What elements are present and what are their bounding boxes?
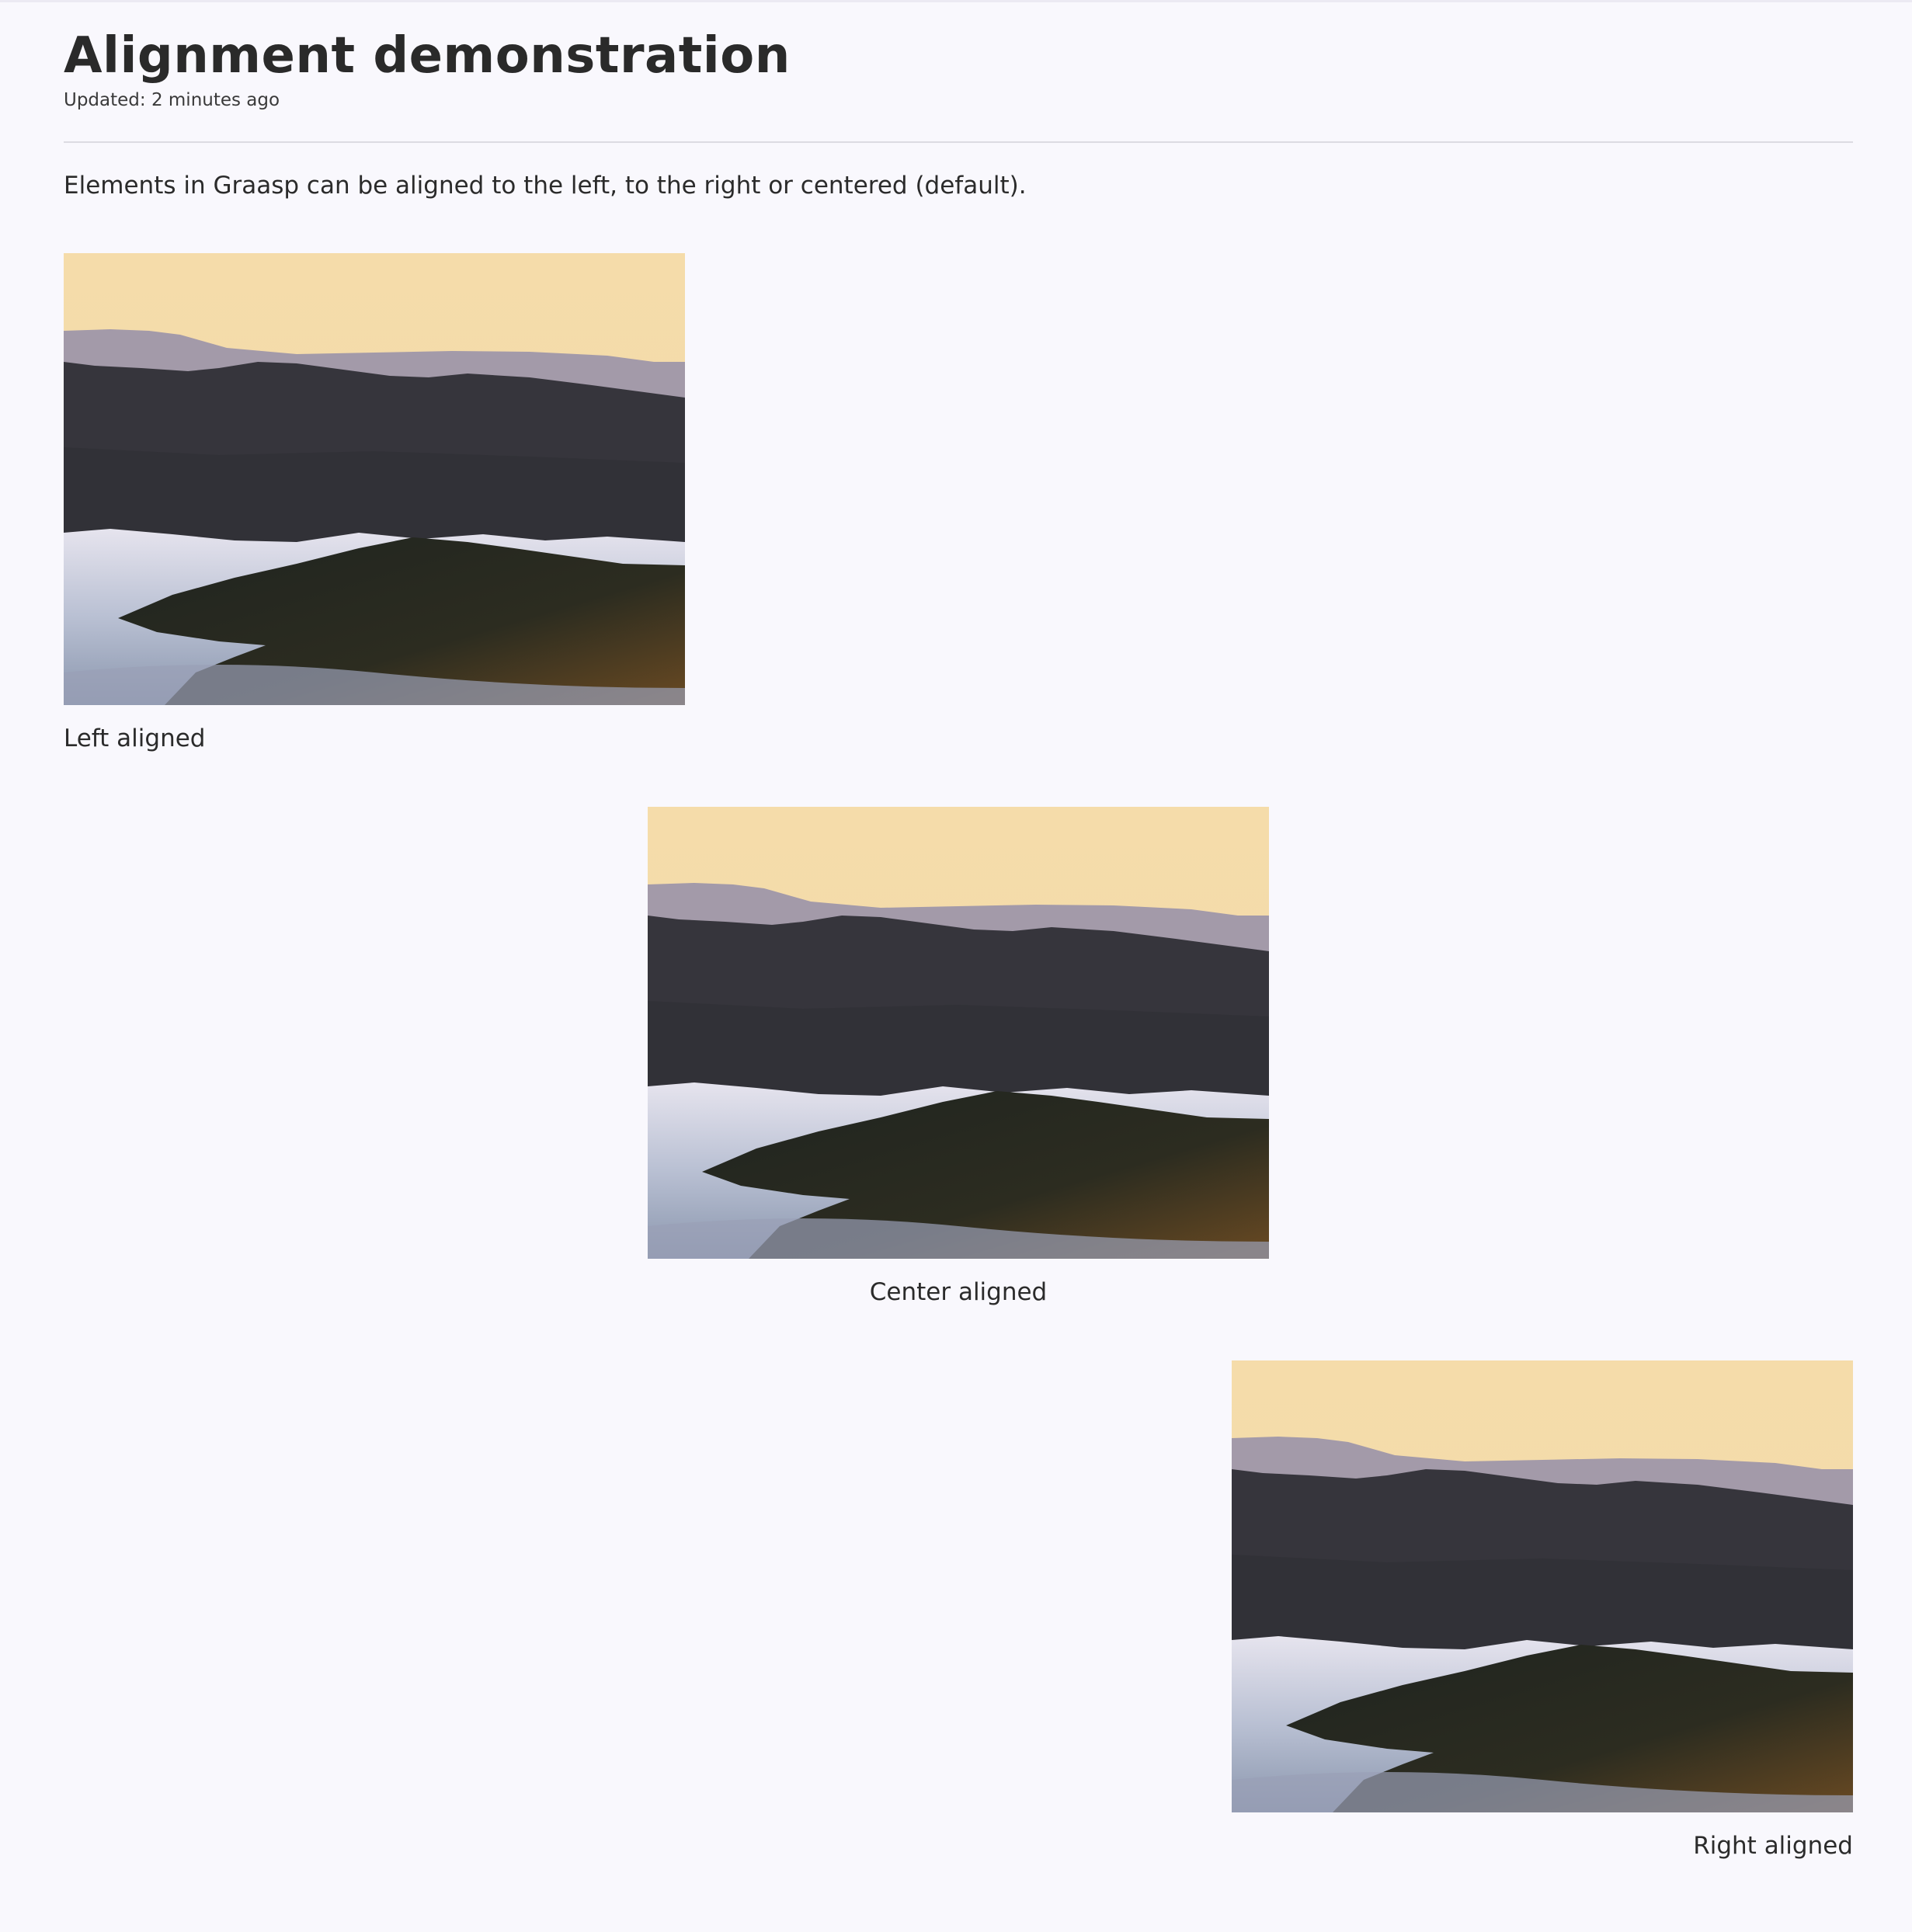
landscape-image-center[interactable] xyxy=(648,807,1269,1259)
landscape-image-left[interactable] xyxy=(64,253,685,705)
landscape-image-right[interactable] xyxy=(1232,1360,1853,1812)
page: Alignment demonstration Updated: 2 minut… xyxy=(0,0,1912,1932)
page-title: Alignment demonstration xyxy=(64,27,791,85)
divider xyxy=(64,141,1853,143)
landscape-photo xyxy=(1232,1360,1853,1812)
caption-right: Right aligned xyxy=(1693,1832,1853,1860)
top-edge xyxy=(0,0,1912,2)
caption-center: Center aligned xyxy=(869,1278,1048,1306)
landscape-photo xyxy=(648,807,1269,1259)
caption-left: Left aligned xyxy=(64,724,206,752)
landscape-photo xyxy=(64,253,685,705)
updated-timestamp: Updated: 2 minutes ago xyxy=(64,90,280,110)
intro-text: Elements in Graasp can be aligned to the… xyxy=(64,172,1027,200)
